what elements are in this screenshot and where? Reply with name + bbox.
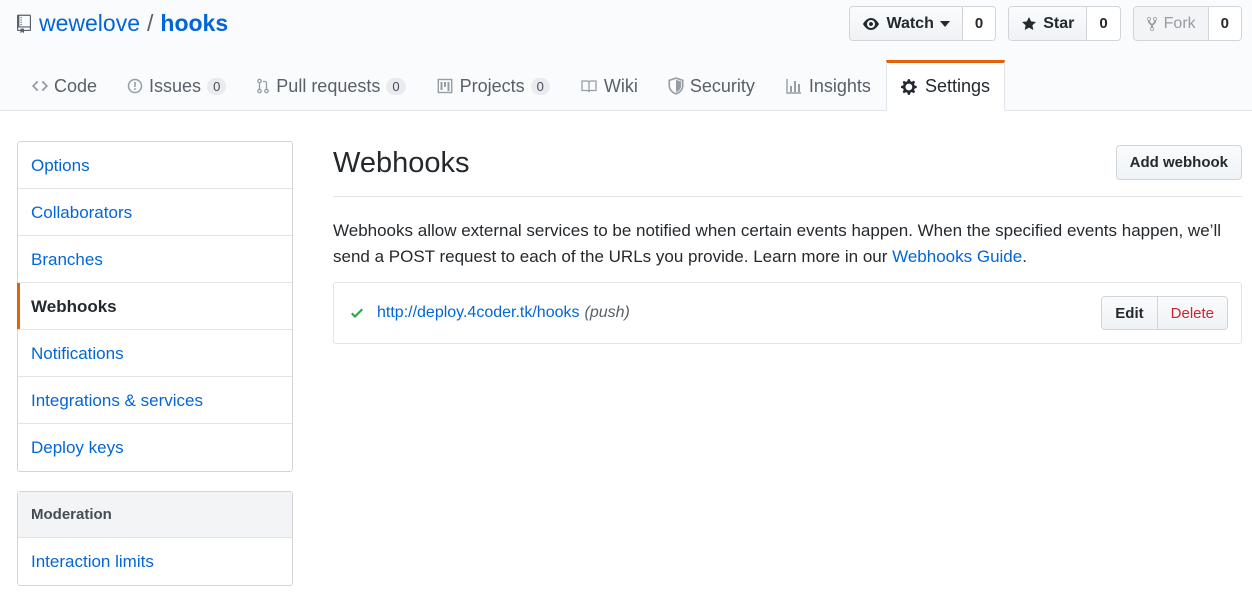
star-label: Star — [1043, 14, 1075, 32]
fork-count[interactable]: 0 — [1208, 7, 1241, 40]
issue-icon — [127, 78, 143, 94]
repo-name-link[interactable]: hooks — [160, 10, 228, 37]
sidebar-item-collaborators[interactable]: Collaborators — [18, 189, 292, 236]
sidebar-item-deploy-keys[interactable]: Deploy keys — [18, 424, 292, 471]
tab-issues[interactable]: Issues 0 — [112, 60, 241, 111]
tab-label: Projects — [459, 75, 525, 96]
watch-group: Watch 0 — [849, 6, 997, 41]
tab-label: Insights — [808, 75, 871, 96]
caret-down-icon — [939, 20, 950, 27]
description-line2: send a POST request to each of the URLs … — [333, 247, 893, 266]
settings-menu: Options Collaborators Branches Webhooks … — [17, 141, 293, 472]
repo-separator: / — [147, 10, 154, 36]
sidebar-item-branches[interactable]: Branches — [18, 236, 292, 283]
webhooks-guide-link[interactable]: Webhooks Guide — [892, 247, 1022, 266]
sidebar-item-notifications[interactable]: Notifications — [18, 330, 292, 377]
webhook-url-link[interactable]: http://deploy.4coder.tk/hooks — [377, 304, 580, 322]
star-button[interactable]: Star — [1009, 7, 1088, 40]
sidebar-item-integrations[interactable]: Integrations & services — [18, 377, 292, 424]
sidebar-item-options[interactable]: Options — [18, 142, 292, 189]
fork-label: Fork — [1163, 14, 1196, 32]
fork-group: Fork 0 — [1132, 6, 1242, 41]
sidebar-item-webhooks[interactable]: Webhooks — [17, 283, 292, 330]
watch-button[interactable]: Watch — [850, 7, 963, 40]
repo-owner-link[interactable]: wewelove — [39, 10, 140, 37]
edit-button[interactable]: Edit — [1102, 297, 1158, 329]
add-webhook-button[interactable]: Add webhook — [1115, 145, 1242, 180]
tab-projects[interactable]: Projects 0 — [421, 60, 565, 111]
watch-count[interactable]: 0 — [962, 7, 996, 40]
check-icon — [351, 308, 363, 318]
fork-icon — [1146, 16, 1157, 31]
watch-label: Watch — [886, 14, 934, 32]
tab-label: Settings — [924, 76, 990, 96]
project-icon — [437, 78, 452, 94]
settings-sidebar: Options Collaborators Branches Webhooks … — [17, 141, 293, 605]
repo-actions: Watch 0 Star 0 Fork 0 — [849, 6, 1242, 41]
book-icon — [581, 80, 597, 93]
tab-insights[interactable]: Insights — [770, 60, 886, 111]
subhead: Webhooks Add webhook — [333, 141, 1242, 197]
moderation-heading: Moderation — [18, 492, 292, 538]
gear-icon — [900, 78, 917, 95]
projects-count: 0 — [530, 77, 550, 95]
webhook-item: http://deploy.4coder.tk/hooks (push) Edi… — [333, 282, 1242, 344]
webhooks-description: Webhooks allow external services to be n… — [333, 218, 1242, 270]
tab-pull-requests[interactable]: Pull requests 0 — [241, 60, 420, 111]
delete-button[interactable]: Delete — [1157, 297, 1227, 329]
tab-label: Wiki — [603, 75, 638, 96]
tab-label: Pull requests — [276, 75, 381, 96]
star-icon — [1022, 16, 1037, 30]
page-title: Webhooks — [333, 147, 470, 179]
tab-security[interactable]: Security — [653, 60, 770, 111]
code-icon — [32, 80, 48, 92]
description-line1: Webhooks allow external services to be n… — [333, 221, 1221, 240]
tab-label: Issues — [149, 75, 202, 96]
webhooks-main: Webhooks Add webhook Webhooks allow exte… — [333, 141, 1242, 344]
repo-header: wewelove / hooks Watch 0 Star 0 Fork 0 C… — [0, 0, 1252, 111]
fork-button[interactable]: Fork — [1133, 7, 1209, 40]
description-end: . — [1022, 247, 1027, 266]
tab-label: Security — [689, 75, 755, 96]
tab-wiki[interactable]: Wiki — [565, 60, 653, 111]
repo-icon — [17, 14, 31, 33]
pull-requests-count: 0 — [386, 77, 406, 95]
sidebar-item-interaction-limits[interactable]: Interaction limits — [18, 538, 292, 585]
issues-count: 0 — [207, 77, 227, 95]
eye-icon — [863, 17, 880, 30]
graph-icon — [786, 79, 801, 94]
shield-icon — [668, 77, 684, 95]
moderation-menu: Moderation Interaction limits — [17, 491, 293, 586]
tab-settings[interactable]: Settings — [885, 60, 1005, 111]
tab-label: Code — [54, 75, 98, 96]
pull-request-icon — [257, 78, 270, 94]
star-count[interactable]: 0 — [1087, 7, 1120, 40]
star-group: Star 0 — [1008, 6, 1121, 41]
tab-code[interactable]: Code — [17, 60, 112, 111]
webhook-actions: Edit Delete — [1101, 296, 1228, 330]
webhook-events: (push) — [584, 304, 630, 321]
repo-title: wewelove / hooks — [17, 10, 228, 37]
repo-nav-tabs: Code Issues 0 Pull requests 0 Projects 0… — [17, 60, 1005, 111]
